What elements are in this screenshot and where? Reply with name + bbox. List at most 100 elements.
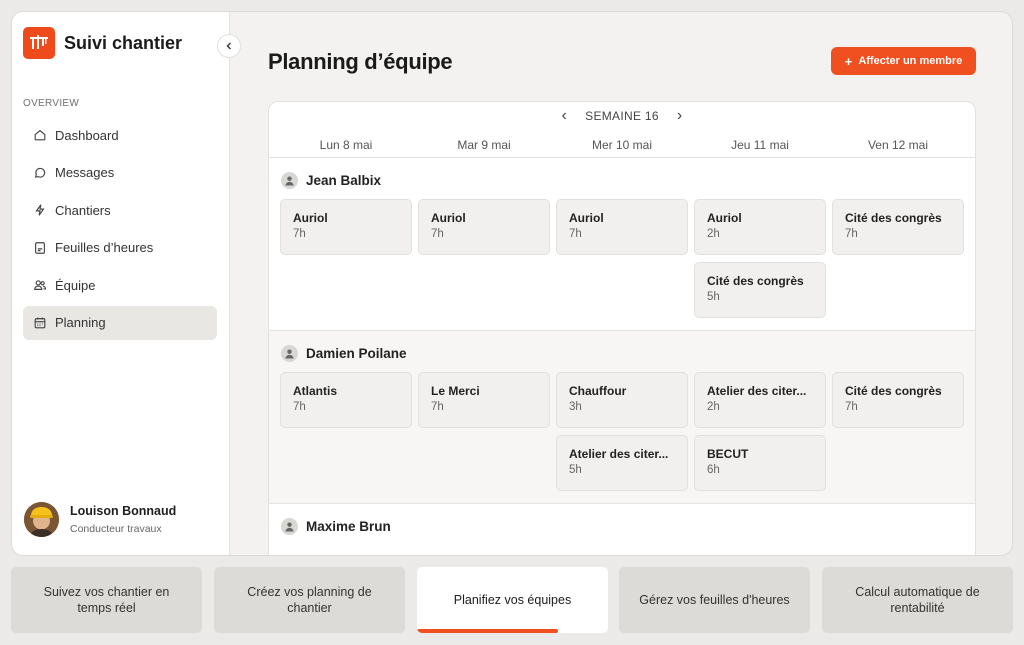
tab-progress-bar <box>417 629 558 633</box>
assignment-hours: 6h <box>707 464 720 476</box>
assignment-card[interactable]: Auriol 7h <box>556 199 688 255</box>
brand[interactable]: Suivi chantier <box>23 27 182 59</box>
assignment-card[interactable]: Cité des congrès 7h <box>832 372 964 428</box>
assignment-site: Atelier des citer... <box>707 384 807 398</box>
chevron-left-icon <box>226 42 231 50</box>
assignment-hours: 3h <box>569 401 582 413</box>
feature-tab-label: Calcul automatique de rentabilité <box>855 585 980 615</box>
collapse-sidebar-button[interactable] <box>217 34 241 58</box>
assignment-card[interactable]: Auriol 7h <box>280 199 412 255</box>
feature-tab-label: Suivez vos chantier en temps réel <box>43 585 170 615</box>
users-icon <box>34 280 47 291</box>
day-header: Jeu 11 mai <box>731 138 789 152</box>
avatar <box>24 502 59 537</box>
feature-tab[interactable]: Suivez vos chantier en temps réel <box>11 567 202 633</box>
assignment-site: Auriol <box>707 211 742 225</box>
sidebar-item-label: Équipe <box>55 277 96 293</box>
sidebar: Suivi chantier OVERVIEW Dashboard Messag… <box>12 12 230 555</box>
assignment-hours: 7h <box>569 228 582 240</box>
assignment-card[interactable]: Atelier des citer... 5h <box>556 435 688 491</box>
feature-tab[interactable]: Planifiez vos équipes <box>417 567 608 633</box>
sidebar-item-label: Chantiers <box>55 202 111 218</box>
planning-board: ‹ SEMAINE 16 › Lun 8 mai Mar 9 mai Mer 10 … <box>268 101 976 555</box>
app-window: Suivi chantier OVERVIEW Dashboard Messag… <box>11 11 1013 556</box>
assignment-hours: 7h <box>293 401 306 413</box>
brand-logo-icon <box>23 27 55 59</box>
assignment-card[interactable]: Auriol 2h <box>694 199 826 255</box>
assignment-site: Auriol <box>569 211 604 225</box>
assignment-site: Cité des congrès <box>707 274 804 288</box>
member-name: Damien Poilane <box>306 346 407 361</box>
chat-icon <box>34 167 46 178</box>
week-navigation: ‹ SEMAINE 16 › <box>269 108 975 124</box>
assignment-card[interactable]: Le Merci 7h <box>418 372 550 428</box>
sidebar-item-label: Planning <box>55 315 106 331</box>
assignment-site: BECUT <box>707 447 749 461</box>
feature-tab-label: Gérez vos feuilles d'heures <box>639 593 790 607</box>
assignment-hours: 7h <box>431 401 444 413</box>
sidebar-item-planning[interactable]: Planning <box>23 305 217 340</box>
home-icon <box>34 129 46 141</box>
day-header: Mer 10 mai <box>591 138 653 152</box>
assignment-card[interactable]: Chauffour 3h <box>556 372 688 428</box>
chevron-right-icon[interactable]: › <box>677 108 683 124</box>
assignment-hours: 7h <box>293 228 306 240</box>
member-row: Damien Poilane Atlantis 7h Le Merci 7h Chauff… <box>269 331 975 504</box>
document-icon <box>35 241 45 254</box>
feature-tab[interactable]: Calcul automatique de rentabilité <box>822 567 1013 633</box>
sidebar-item-label: Messages <box>55 165 115 181</box>
day-header: Ven 12 mai <box>867 138 929 152</box>
assignment-site: Auriol <box>293 211 328 225</box>
member-name: Jean Balbix <box>306 173 382 188</box>
sidebar-item-messages[interactable]: Messages <box>23 156 217 190</box>
user-name: Louison Bonnaud <box>70 504 177 518</box>
feature-tabs: Suivez vos chantier en temps réel Créez v… <box>11 567 1013 633</box>
assignment-site: Le Merci <box>431 384 480 398</box>
day-header: Lun 8 mai <box>319 138 373 152</box>
assignment-card[interactable]: Cité des congrès 7h <box>832 199 964 255</box>
assignment-hours: 7h <box>845 228 858 240</box>
assignment-hours: 7h <box>431 228 444 240</box>
person-icon <box>281 345 298 362</box>
sidebar-item-feuilles-heures[interactable]: Feuilles d’heures <box>23 231 217 265</box>
assign-member-button[interactable]: + Affecter un membre <box>831 47 976 75</box>
assignment-site: Auriol <box>431 211 466 225</box>
feature-tab[interactable]: Gérez vos feuilles d'heures <box>619 567 810 633</box>
assignment-card[interactable]: BECUT 6h <box>694 435 826 491</box>
member-name: Maxime Brun <box>306 519 391 534</box>
assignment-site: Chauffour <box>569 384 627 398</box>
assignment-card[interactable]: Auriol 7h <box>418 199 550 255</box>
member-header[interactable]: Jean Balbix <box>281 172 381 189</box>
member-header[interactable]: Damien Poilane <box>281 345 407 362</box>
assign-member-label: Affecter un membre <box>858 55 963 67</box>
feature-tab-label: Planifiez vos équipes <box>453 593 572 607</box>
person-icon <box>281 518 298 535</box>
assignment-hours: 5h <box>569 464 582 476</box>
assignment-hours: 7h <box>845 401 858 413</box>
assignment-card[interactable]: Cité des congrès 5h <box>694 262 826 318</box>
chevron-left-icon[interactable]: ‹ <box>562 108 568 124</box>
member-header[interactable]: Maxime Brun <box>281 518 391 535</box>
sidebar-item-chantiers[interactable]: Chantiers <box>23 193 217 227</box>
assignment-hours: 2h <box>707 228 720 240</box>
member-row: Jean Balbix Auriol 7h Auriol 7h Auriol 7h Aurio… <box>269 158 975 331</box>
day-header: Mar 9 mai <box>457 138 511 152</box>
assignment-site: Cité des congrès <box>845 384 942 398</box>
brand-name: Suivi chantier <box>64 32 183 53</box>
assignment-site: Atlantis <box>293 384 338 398</box>
feature-tab[interactable]: Créez vos planning de chantier <box>214 567 405 633</box>
feature-tab-label: Créez vos planning de chantier <box>247 585 372 615</box>
calendar-icon <box>34 317 46 329</box>
assignment-hours: 5h <box>707 291 720 303</box>
section-label-overview: OVERVIEW <box>23 98 80 109</box>
assignment-site: Cité des congrès <box>845 211 942 225</box>
user-profile[interactable]: Louison Bonnaud Conducteur travaux <box>24 502 176 537</box>
day-headers: Lun 8 mai Mar 9 mai Mer 10 mai Jeu 11 mai Ve… <box>280 138 970 154</box>
assignment-card[interactable]: Atlantis 7h <box>280 372 412 428</box>
page-title: Planning d’équipe <box>268 49 453 74</box>
sidebar-item-equipe[interactable]: Équipe <box>23 268 217 302</box>
main-content: Planning d’équipe + Affecter un membre ‹… <box>230 12 1012 555</box>
sidebar-item-dashboard[interactable]: Dashboard <box>23 118 217 152</box>
assignment-card[interactable]: Atelier des citer... 2h <box>694 372 826 428</box>
sidebar-item-label: Dashboard <box>55 127 119 143</box>
